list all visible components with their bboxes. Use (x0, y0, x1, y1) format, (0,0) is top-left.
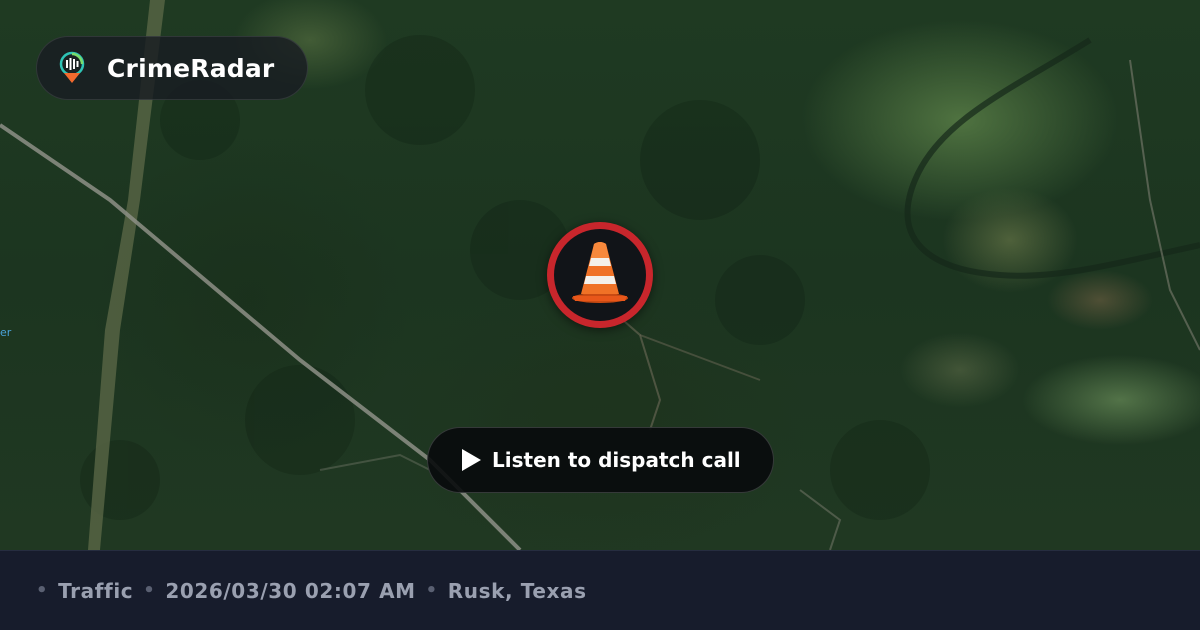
incident-marker[interactable] (547, 222, 653, 328)
traffic-cone-icon (569, 240, 631, 310)
marker-inner (554, 229, 646, 321)
separator-dot: • (425, 580, 438, 601)
incident-info-bar: • Traffic • 2026/03/30 02:07 AM • Rusk, … (0, 550, 1200, 630)
creek (904, 37, 1200, 279)
play-icon (460, 448, 482, 472)
separator-dot: • (36, 580, 49, 601)
brand-badge[interactable]: CrimeRadar (36, 36, 308, 100)
incident-datetime: 2026/03/30 02:07 AM (165, 578, 416, 603)
listen-dispatch-button[interactable]: Listen to dispatch call (427, 427, 774, 493)
separator-dot: • (143, 580, 156, 601)
listen-dispatch-label: Listen to dispatch call (492, 448, 741, 472)
county-road (1129, 59, 1200, 351)
map-edge-label: er (0, 326, 12, 339)
brand-name: CrimeRadar (107, 53, 275, 83)
radar-pin-icon (55, 51, 89, 85)
incident-location: Rusk, Texas (447, 578, 587, 603)
incident-type: Traffic (58, 578, 134, 603)
